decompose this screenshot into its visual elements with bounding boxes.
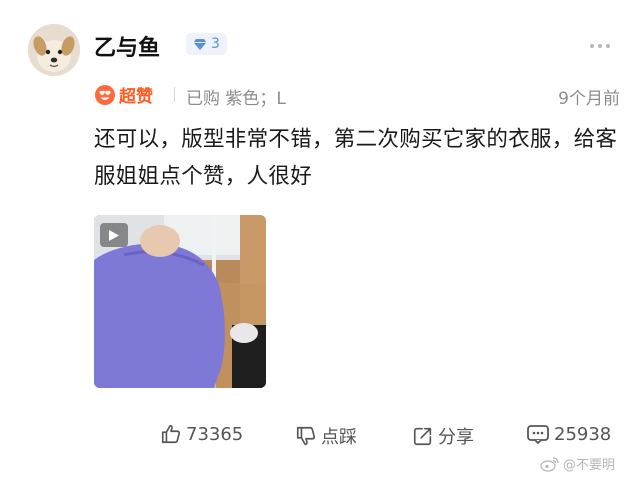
comment-count: 25938	[554, 423, 612, 445]
level-badge: 3	[186, 33, 227, 55]
play-icon[interactable]	[100, 223, 128, 247]
more-options-icon[interactable]	[590, 44, 610, 48]
diamond-icon	[193, 38, 207, 50]
action-bar: 73365 点踩 分享 25938	[0, 423, 640, 451]
watermark-text: @不要明	[563, 458, 616, 473]
username[interactable]: 乙与鱼	[94, 30, 160, 62]
share-label: 分享	[438, 427, 474, 448]
review-meta: 超赞 已购 紫色；L 9个月前	[94, 80, 626, 109]
share-button[interactable]: 分享	[412, 423, 474, 449]
rating-badge: 超赞	[94, 82, 153, 107]
comment-icon	[527, 425, 549, 444]
dislike-button[interactable]: 点踩	[295, 423, 357, 449]
avatar[interactable]	[28, 24, 80, 76]
dog-avatar-icon	[28, 24, 80, 76]
share-icon	[413, 427, 432, 446]
review-time: 9个月前	[558, 89, 620, 109]
purchase-info: 已购 紫色；L	[186, 89, 286, 109]
thumbs-up-icon	[161, 424, 181, 444]
watermark: @不要明	[540, 454, 615, 473]
thumbs-down-icon	[296, 426, 316, 446]
rating-label: 超赞	[119, 87, 153, 107]
heart-eyes-emoji-icon	[95, 84, 115, 105]
comment-button[interactable]: 25938	[526, 423, 611, 445]
like-button[interactable]: 73365	[160, 423, 243, 445]
dislike-label: 点踩	[321, 427, 357, 448]
like-count: 73365	[186, 423, 244, 445]
video-thumbnail[interactable]	[94, 215, 266, 388]
weibo-logo-icon	[540, 456, 559, 472]
level-number: 3	[211, 36, 220, 52]
divider	[174, 87, 175, 102]
review-text: 还可以，版型非常不错，第二次购买它家的衣服，给客服姐姐点个赞，人很好	[94, 127, 618, 189]
